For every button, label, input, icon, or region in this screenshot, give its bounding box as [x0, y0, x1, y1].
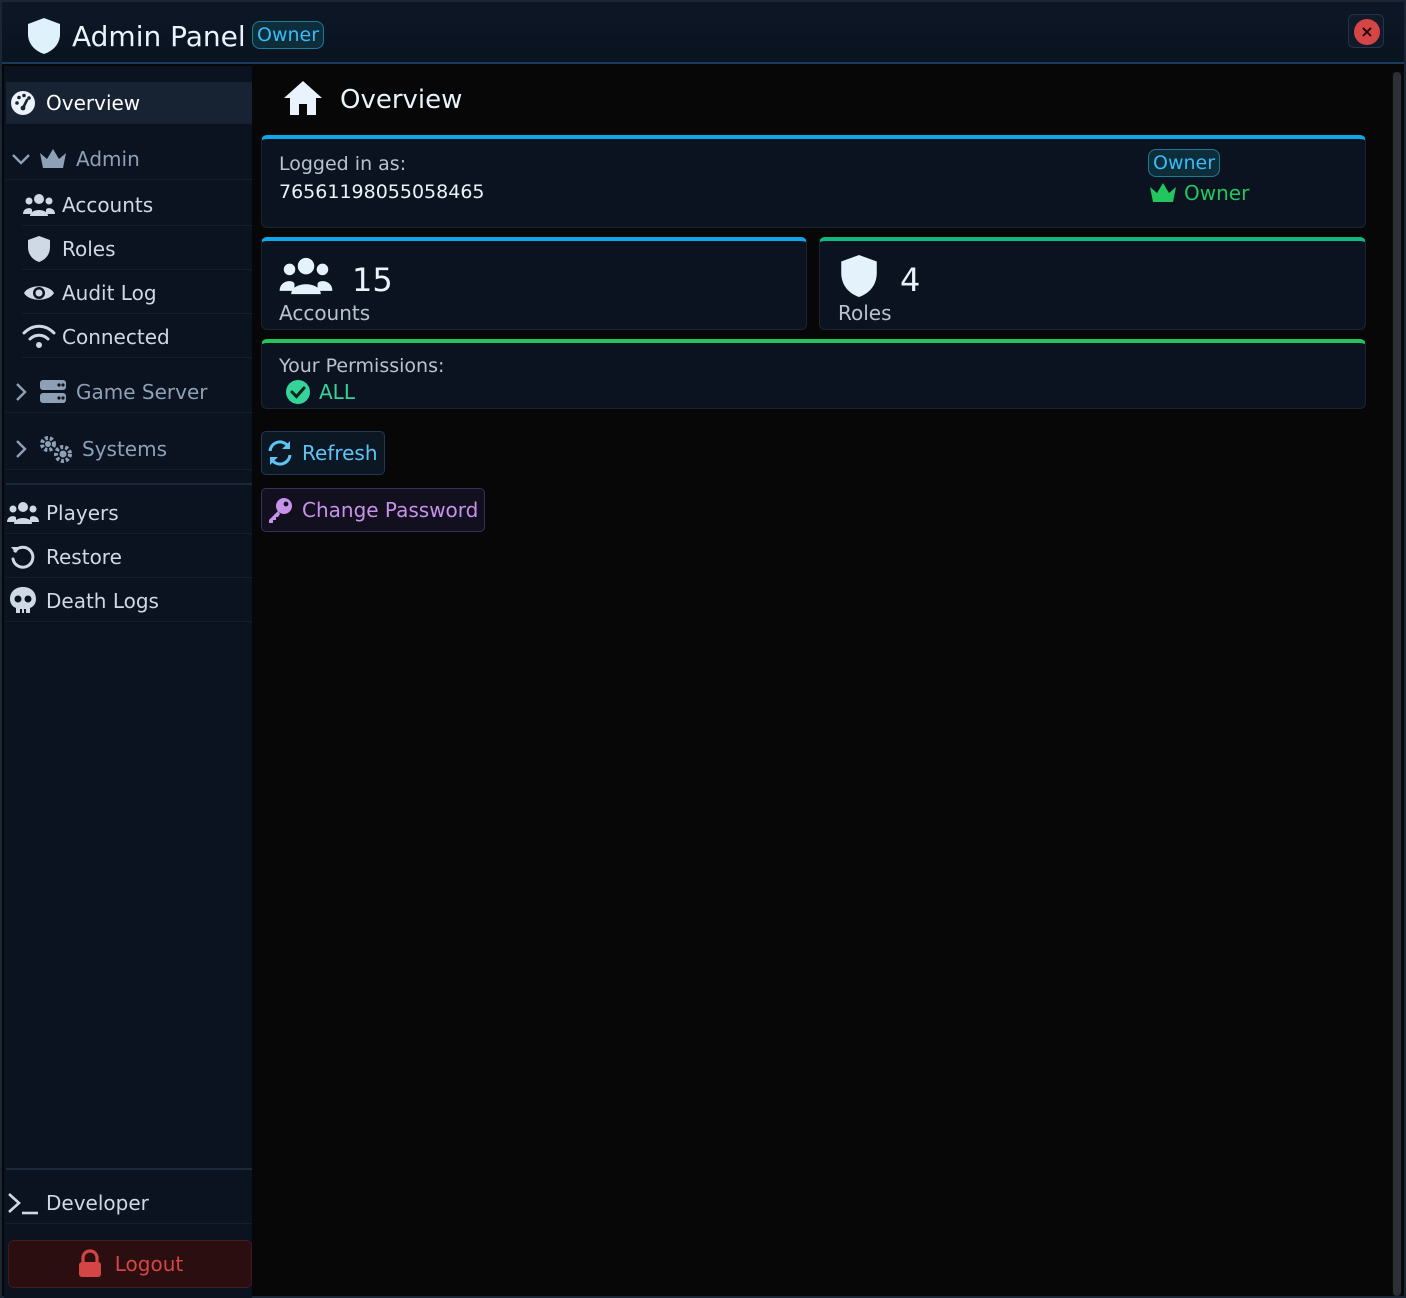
sidebar-item-label: Overview [46, 90, 141, 115]
server-icon [36, 378, 70, 406]
sidebar-item-death-logs[interactable]: Death Logs [6, 580, 252, 622]
logged-in-label: Logged in as: [279, 153, 407, 175]
sidebar-group-label: Admin [76, 146, 140, 171]
refresh-label: Refresh [302, 441, 378, 465]
role-name: Owner [1184, 181, 1250, 205]
sidebar-item-label: Restore [46, 544, 122, 569]
sidebar-item-label: Audit Log [62, 280, 157, 305]
dashboard-icon [6, 89, 40, 117]
crown-icon [36, 147, 70, 171]
refresh-icon [266, 439, 294, 467]
sidebar-item-label: Developer [46, 1190, 149, 1215]
users-icon [278, 253, 334, 303]
shield-icon [24, 16, 64, 60]
permission-value: ALL [319, 380, 355, 404]
close-icon: × [1354, 19, 1380, 45]
permissions-card: Your Permissions: ALL [261, 339, 1366, 409]
sidebar-item-label: Players [46, 500, 119, 525]
roles-label: Roles [838, 301, 892, 325]
sidebar: Overview Admin Accounts Roles Audit Log … [4, 66, 252, 1298]
sidebar-item-label: Connected [62, 324, 170, 349]
skull-icon [6, 586, 40, 616]
scrollbar[interactable] [1392, 72, 1402, 1296]
terminal-icon [6, 1189, 40, 1217]
page-title: Overview [340, 85, 463, 115]
role-display: Owner [1148, 181, 1249, 205]
change-password-label: Change Password [302, 498, 479, 522]
sidebar-item-restore[interactable]: Restore [6, 536, 252, 578]
sidebar-item-label: Roles [62, 236, 116, 261]
permission-item: ALL [285, 379, 355, 405]
login-card: Logged in as: 76561198055058465 Owner Ow… [261, 135, 1366, 228]
sidebar-item-accounts[interactable]: Accounts [22, 184, 252, 226]
sidebar-group-label: Systems [82, 436, 167, 461]
lock-icon [77, 1249, 103, 1279]
user-id: 76561198055058465 [279, 181, 485, 203]
accounts-count: 15 [352, 261, 393, 299]
sidebar-item-connected[interactable]: Connected [22, 316, 252, 358]
sidebar-item-label: Death Logs [46, 588, 159, 613]
close-button[interactable]: × [1348, 14, 1384, 48]
scrollbar-thumb[interactable] [1393, 72, 1401, 1296]
logout-button[interactable]: Logout [8, 1240, 252, 1288]
shield-icon [838, 253, 880, 303]
sidebar-item-roles[interactable]: Roles [22, 228, 252, 270]
sidebar-item-label: Accounts [62, 192, 154, 217]
home-icon [282, 79, 324, 121]
refresh-button[interactable]: Refresh [261, 431, 385, 475]
sidebar-group-systems[interactable]: Systems [6, 428, 252, 470]
sidebar-item-audit-log[interactable]: Audit Log [22, 272, 252, 314]
page-header: Overview [282, 80, 462, 120]
gears-icon [36, 434, 76, 464]
restore-icon [6, 543, 40, 571]
sidebar-item-overview[interactable]: Overview [6, 82, 252, 124]
sidebar-group-admin[interactable]: Admin [6, 138, 252, 180]
chevron-right-icon [6, 381, 36, 403]
sidebar-divider [6, 483, 252, 485]
sidebar-item-players[interactable]: Players [6, 492, 252, 534]
wifi-icon [22, 324, 56, 350]
sidebar-group-label: Game Server [76, 379, 208, 404]
sidebar-group-game-server[interactable]: Game Server [6, 371, 252, 413]
chevron-down-icon [6, 148, 36, 170]
window-title: Admin Panel [72, 20, 246, 53]
title-bar: Admin Panel Owner × [2, 2, 1404, 64]
role-badge: Owner [1148, 149, 1221, 177]
sidebar-divider [6, 1168, 252, 1170]
accounts-label: Accounts [279, 301, 371, 325]
role-badge: Owner [252, 21, 325, 49]
logout-label: Logout [114, 1252, 184, 1276]
users-icon [22, 192, 56, 218]
roles-count: 4 [900, 261, 921, 299]
check-circle-icon [285, 379, 311, 405]
key-icon [266, 496, 294, 524]
crown-icon [1148, 181, 1178, 205]
sidebar-item-developer[interactable]: Developer [6, 1182, 252, 1224]
change-password-button[interactable]: Change Password [261, 488, 486, 532]
users-icon [6, 500, 40, 526]
roles-stat-card[interactable]: 4 Roles [819, 237, 1366, 330]
admin-panel-window: Admin Panel Owner × Overview Admin Accou… [0, 0, 1406, 1298]
eye-icon [22, 281, 56, 305]
main-content: Overview Logged in as: 76561198055058465… [254, 66, 1388, 1298]
shield-icon [22, 235, 56, 263]
accounts-stat-card[interactable]: 15 Accounts [261, 237, 807, 330]
chevron-right-icon [6, 438, 36, 460]
permissions-label: Your Permissions: [279, 355, 445, 377]
